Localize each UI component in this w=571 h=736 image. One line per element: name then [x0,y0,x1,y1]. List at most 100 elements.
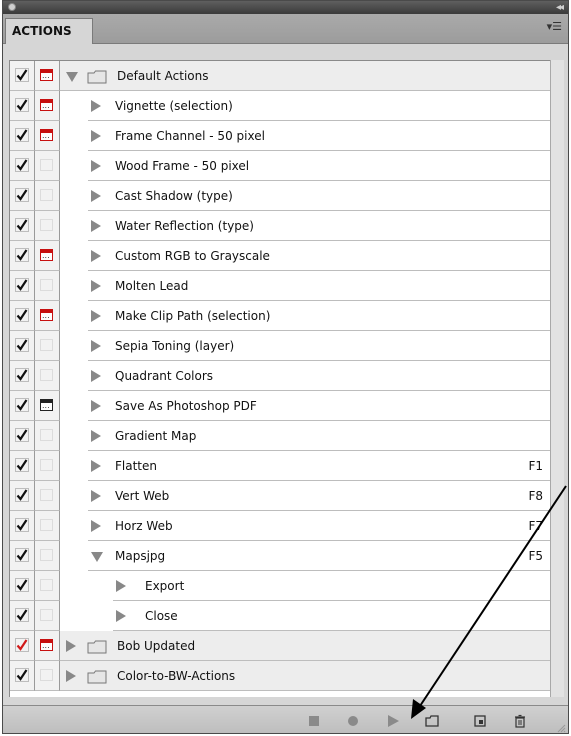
action-row[interactable]: Flatten F1 [10,451,551,481]
toggle-item-cell[interactable] [10,421,35,451]
checkmark-icon[interactable] [15,308,29,322]
checkmark-icon[interactable] [15,338,29,352]
checkmark-icon[interactable] [15,458,29,472]
expand-triangle-right-icon[interactable] [91,460,101,472]
action-row[interactable]: Make Clip Path (selection) [10,301,551,331]
dialog-icon[interactable] [40,399,53,413]
dialog-empty-icon[interactable] [40,459,53,471]
toggle-item-cell[interactable] [10,151,35,181]
action-row[interactable]: Frame Channel - 50 pixel [10,121,551,151]
action-row[interactable]: Quadrant Colors [10,361,551,391]
action-row[interactable]: Custom RGB to Grayscale [10,241,551,271]
dialog-empty-icon[interactable] [40,339,53,351]
dialog-icon[interactable] [40,309,53,323]
action-set-row[interactable]: Bob Updated [10,631,551,661]
action-row[interactable]: Cast Shadow (type) [10,181,551,211]
toggle-item-cell[interactable] [10,631,35,661]
expand-triangle-right-icon[interactable] [91,490,101,502]
expand-triangle-right-icon[interactable] [91,430,101,442]
toggle-dialog-cell[interactable] [35,391,60,421]
expand-triangle-right-icon[interactable] [66,640,76,652]
resize-grip-icon[interactable] [556,723,566,733]
checkmark-icon[interactable] [15,188,29,202]
checkmark-icon[interactable] [15,68,29,82]
expand-triangle-right-icon[interactable] [91,370,101,382]
action-set-row[interactable]: Default Actions [10,61,551,91]
checkmark-icon[interactable] [15,128,29,142]
toggle-item-cell[interactable] [10,481,35,511]
dialog-icon[interactable] [40,249,53,263]
expand-triangle-down-icon[interactable] [91,552,103,562]
stop-icon[interactable] [307,714,321,728]
action-set-row[interactable]: Color-to-BW-Actions [10,661,551,691]
dialog-empty-icon[interactable] [40,189,53,201]
play-icon[interactable] [386,714,400,728]
toggle-dialog-cell[interactable] [35,151,60,181]
expand-triangle-right-icon[interactable] [91,310,101,322]
toggle-dialog-cell[interactable] [35,451,60,481]
dialog-icon[interactable] [40,129,53,143]
dialog-icon[interactable] [40,69,53,83]
toggle-item-cell[interactable] [10,241,35,271]
toggle-item-cell[interactable] [10,301,35,331]
expand-triangle-right-icon[interactable] [116,580,126,592]
toggle-item-cell[interactable] [10,601,35,631]
dialog-empty-icon[interactable] [40,369,53,381]
toggle-item-cell[interactable] [10,541,35,571]
new-set-icon[interactable] [425,714,439,728]
checkmark-icon[interactable] [15,278,29,292]
trash-icon[interactable] [513,714,527,728]
toggle-item-cell[interactable] [10,91,35,121]
toggle-dialog-cell[interactable] [35,271,60,301]
dialog-empty-icon[interactable] [40,669,53,681]
action-row[interactable]: Gradient Map [10,421,551,451]
checkmark-icon[interactable] [15,248,29,262]
toggle-dialog-cell[interactable] [35,541,60,571]
dialog-empty-icon[interactable] [40,219,53,231]
toggle-item-cell[interactable] [10,181,35,211]
action-row[interactable]: Wood Frame - 50 pixel [10,151,551,181]
toggle-dialog-cell[interactable] [35,331,60,361]
checkmark-icon[interactable] [15,488,29,502]
expand-triangle-right-icon[interactable] [91,160,101,172]
expand-triangle-right-icon[interactable] [91,250,101,262]
toggle-item-cell[interactable] [10,361,35,391]
checkmark-icon[interactable] [15,158,29,172]
expand-triangle-right-icon[interactable] [116,610,126,622]
toggle-dialog-cell[interactable] [35,361,60,391]
expand-triangle-right-icon[interactable] [91,190,101,202]
tab-actions[interactable]: ACTIONS [5,18,93,44]
checkmark-icon[interactable] [15,98,29,112]
action-row[interactable]: Molten Lead [10,271,551,301]
action-row[interactable]: Water Reflection (type) [10,211,551,241]
dialog-empty-icon[interactable] [40,489,53,501]
dialog-icon[interactable] [40,639,53,653]
dialog-icon[interactable] [40,99,53,113]
dialog-empty-icon[interactable] [40,609,53,621]
toggle-item-cell[interactable] [10,391,35,421]
toggle-dialog-cell[interactable] [35,601,60,631]
toggle-dialog-cell[interactable] [35,571,60,601]
toggle-dialog-cell[interactable] [35,241,60,271]
toggle-dialog-cell[interactable] [35,301,60,331]
dialog-empty-icon[interactable] [40,279,53,291]
expand-triangle-right-icon[interactable] [66,670,76,682]
toggle-dialog-cell[interactable] [35,211,60,241]
toggle-dialog-cell[interactable] [35,181,60,211]
toggle-item-cell[interactable] [10,451,35,481]
toggle-dialog-cell[interactable] [35,121,60,151]
toggle-dialog-cell[interactable] [35,61,60,91]
toggle-dialog-cell[interactable] [35,91,60,121]
checkmark-icon[interactable] [15,608,29,622]
expand-triangle-right-icon[interactable] [91,400,101,412]
checkmark-icon[interactable] [15,548,29,562]
checkmark-icon[interactable] [15,668,29,682]
toggle-dialog-cell[interactable] [35,421,60,451]
dialog-empty-icon[interactable] [40,579,53,591]
action-row[interactable]: Vignette (selection) [10,91,551,121]
checkmark-icon[interactable] [15,398,29,412]
toggle-item-cell[interactable] [10,61,35,91]
action-row[interactable]: Sepia Toning (layer) [10,331,551,361]
toggle-item-cell[interactable] [10,571,35,601]
collapse-icon[interactable]: ◂◂ [556,1,564,14]
